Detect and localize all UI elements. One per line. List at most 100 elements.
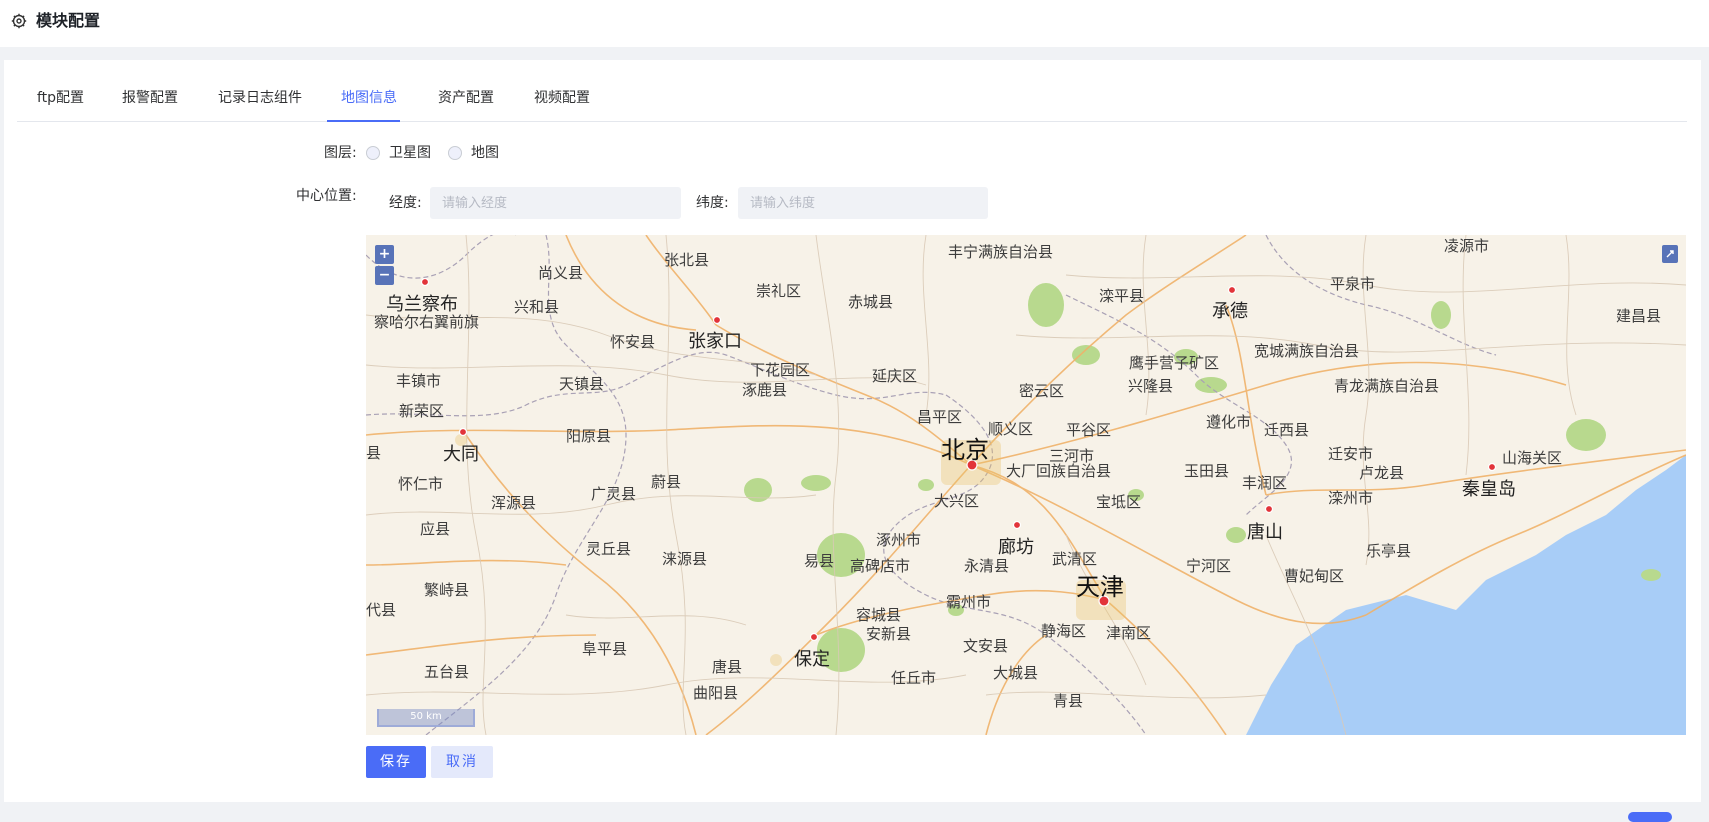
map-label: 张北县 [664, 251, 710, 269]
tab-label: 资产配置 [438, 90, 494, 106]
tab-label: ftp配置 [37, 90, 85, 106]
map-scale: 50 km [377, 709, 475, 727]
map-label: 兴和县 [514, 298, 560, 316]
tab-label: 视频配置 [534, 90, 590, 106]
map-label: 涿州市 [876, 531, 922, 549]
map-label: 涞源县 [662, 550, 708, 568]
map-label: 高碑店市 [850, 557, 911, 575]
map-label: 承德 [1212, 301, 1248, 322]
map-label: 容城县 [856, 606, 902, 624]
map-label: 兴隆县 [1128, 377, 1174, 395]
map-label: 宝坻区 [1096, 493, 1142, 511]
latitude-label: 纬度: [696, 195, 729, 211]
radio-map[interactable] [448, 146, 462, 160]
map-label: 五台县 [424, 663, 470, 681]
gear-icon [11, 13, 27, 29]
map-label: 怀仁市 [398, 475, 444, 493]
map-label: 察哈尔右翼前旗 [374, 313, 480, 331]
map-label: 青县 [1053, 692, 1084, 710]
map-label: 平泉市 [1330, 275, 1376, 293]
map-label: 鹰手营子矿区 [1129, 354, 1220, 372]
header-bar: 模块配置 [0, 0, 1709, 47]
map-label: 县 [366, 444, 382, 462]
map-label: 北京 [941, 436, 989, 464]
map-label: 浑源县 [491, 494, 537, 512]
tab-map-info[interactable]: 地图信息 [327, 78, 400, 122]
map-label: 代县 [366, 601, 397, 619]
map-label: 大城县 [993, 664, 1039, 682]
map-label: 青龙满族自治县 [1334, 377, 1440, 395]
map-label: 唐山 [1247, 522, 1283, 543]
center-label: 中心位置: [296, 188, 357, 204]
map-label: 乐亭县 [1366, 542, 1412, 560]
map-label: 密云区 [1019, 382, 1065, 400]
zoom-in-button[interactable]: + [375, 245, 394, 264]
tab-label: 报警配置 [122, 90, 178, 106]
map-label: 赤城县 [848, 293, 894, 311]
map-label: 迁安市 [1328, 445, 1374, 463]
map-label: 迁西县 [1264, 421, 1310, 439]
tab-label: 记录日志组件 [218, 90, 302, 106]
fullscreen-icon[interactable] [1662, 245, 1678, 263]
map-label: 保定 [794, 649, 830, 670]
map-label: 卢龙县 [1359, 464, 1405, 482]
map-label: 唐县 [712, 658, 743, 676]
tab-bar: ftp配置 报警配置 记录日志组件 地图信息 资产配置 视频配置 [17, 78, 1687, 122]
cancel-button-label: 取消 [446, 754, 478, 770]
map-label: 曲阳县 [693, 684, 739, 702]
layer-label: 图层: [324, 145, 357, 161]
map-view[interactable]: 北京 天津 张家口 承德 大同 唐山 秦皇岛 保定 廊坊 乌兰察布 察哈尔右翼前… [366, 235, 1686, 735]
map-label: 易县 [804, 552, 835, 570]
save-button-label: 保存 [380, 754, 412, 770]
map-label: 任丘市 [891, 669, 937, 687]
tab-video[interactable]: 视频配置 [534, 78, 594, 121]
map-label: 怀安县 [610, 333, 656, 351]
map-label: 丰润区 [1242, 474, 1288, 492]
tab-alarm[interactable]: 报警配置 [122, 78, 182, 121]
map-label: 大厂回族自治县 [1006, 462, 1112, 480]
tab-log[interactable]: 记录日志组件 [218, 78, 308, 121]
map-label: 下花园区 [750, 361, 811, 379]
map-label: 武清区 [1052, 550, 1098, 568]
map-label: 天镇县 [559, 375, 605, 393]
radio-map-label: 地图 [471, 145, 499, 161]
map-label: 阳原县 [566, 427, 612, 445]
map-label: 延庆区 [872, 367, 918, 385]
map-label: 永清县 [964, 557, 1010, 575]
tab-asset[interactable]: 资产配置 [438, 78, 498, 121]
map-label: 平谷区 [1066, 421, 1112, 439]
map-label: 凌源市 [1444, 237, 1490, 255]
cancel-button[interactable]: 取消 [431, 746, 493, 778]
map-label: 丰宁满族自治县 [948, 243, 1054, 261]
map-label: 应县 [420, 520, 451, 538]
tab-ftp[interactable]: ftp配置 [37, 78, 87, 121]
active-tab-indicator [327, 120, 400, 122]
longitude-input[interactable] [430, 187, 681, 219]
save-button[interactable]: 保存 [366, 746, 426, 778]
map-label: 大同 [443, 444, 479, 465]
map-label: 大兴区 [934, 492, 980, 510]
map-label: 新荣区 [399, 402, 445, 420]
longitude-label: 经度: [389, 195, 422, 211]
map-label: 昌平区 [917, 408, 963, 426]
map-label: 丰镇市 [396, 372, 442, 390]
map-label: 建昌县 [1616, 307, 1662, 325]
map-label: 涿鹿县 [742, 381, 788, 399]
tab-label: 地图信息 [341, 90, 397, 106]
floating-toggle[interactable] [1628, 812, 1672, 822]
radio-satellite[interactable] [366, 146, 380, 160]
radio-satellite-label: 卫星图 [389, 145, 431, 161]
map-label: 天津 [1076, 573, 1124, 601]
map-label: 广灵县 [591, 485, 637, 503]
map-label: 蔚县 [651, 473, 682, 491]
map-label: 静海区 [1041, 622, 1087, 640]
map-label: 阜平县 [582, 640, 628, 658]
map-label: 宁河区 [1186, 557, 1232, 575]
map-label: 霸州市 [946, 593, 992, 611]
map-label: 崇礼区 [756, 282, 802, 300]
zoom-out-button[interactable]: − [375, 266, 394, 285]
latitude-input[interactable] [738, 187, 988, 219]
map-label: 顺义区 [988, 420, 1034, 438]
page-title: 模块配置 [36, 11, 101, 30]
map-label: 山海关区 [1502, 449, 1563, 467]
